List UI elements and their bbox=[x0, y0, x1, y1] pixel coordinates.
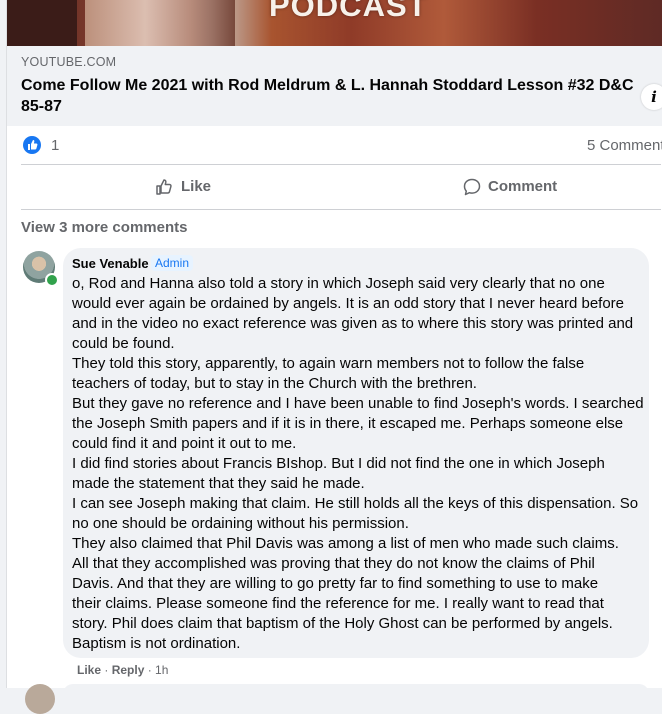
comment-button-label: Comment bbox=[488, 178, 558, 195]
reactions-bar: 1 5 Comment bbox=[7, 126, 662, 164]
online-status-icon bbox=[45, 273, 59, 287]
comment-bubble: Sue Venable Admin o, Rod and Hanna also … bbox=[63, 248, 649, 658]
comment-text-line: teachers of today, but to stay in the Ch… bbox=[72, 375, 477, 392]
comment-text-line: They also claimed that Phil Davis was am… bbox=[72, 535, 619, 552]
comment-text: o, Rod and Hanna also told a story in wh… bbox=[72, 274, 644, 654]
comment-text-line: Davis. And that they are willing to go p… bbox=[72, 575, 599, 592]
comments-count[interactable]: 5 Comment bbox=[587, 137, 662, 154]
comment-text-line: no one should be ordaining without his p… bbox=[72, 515, 409, 532]
avatar[interactable] bbox=[25, 684, 55, 714]
like-count[interactable]: 1 bbox=[51, 137, 59, 154]
comment-text-line: could find it and point it out to me. bbox=[72, 435, 297, 452]
comment-text-line: would ever again be ordained by angels. … bbox=[72, 295, 625, 312]
comment-author[interactable]: Sue Venable bbox=[72, 256, 149, 271]
admin-badge: Admin bbox=[151, 255, 194, 271]
divider bbox=[21, 209, 661, 210]
like-reaction-icon[interactable] bbox=[23, 136, 41, 154]
thumbs-up-icon bbox=[156, 179, 172, 195]
comment-text-line: made the statement that they said he mad… bbox=[72, 475, 365, 492]
like-button-label: Like bbox=[181, 178, 212, 195]
comment-text-line: and in the video no exact reference was … bbox=[72, 315, 634, 332]
comment-meta: Like · Reply · 1h bbox=[77, 663, 168, 677]
link-title[interactable]: Come Follow Me 2021 with Rod Meldrum & L… bbox=[21, 75, 651, 117]
comment-text-line: But they gave no reference and I have be… bbox=[72, 395, 644, 412]
thumbnail-person bbox=[85, 0, 235, 46]
comment-text-line: All that they accomplished was proving t… bbox=[72, 555, 595, 572]
comment-bubble bbox=[63, 684, 649, 704]
video-thumbnail[interactable]: PODCAST bbox=[7, 0, 662, 46]
info-icon[interactable]: i bbox=[641, 84, 662, 110]
post-actions: Like Comment bbox=[7, 166, 662, 210]
comment-text-line: the Joseph Smith papers and if it is in … bbox=[72, 415, 624, 432]
link-source: YOUTUBE.COM bbox=[21, 55, 117, 69]
comment-text-line: They told this story, apparently, to aga… bbox=[72, 355, 585, 372]
comment-text-line: their claims. Please someone find the re… bbox=[72, 595, 604, 612]
link-title-line-1: Come Follow Me 2021 with Rod Meldrum & L… bbox=[21, 77, 634, 94]
comment-text-line: I did find stories about Francis BIshop.… bbox=[72, 455, 605, 472]
comment-time[interactable]: 1h bbox=[155, 663, 168, 677]
thumbnail-podcast-text: PODCAST bbox=[269, 0, 428, 23]
separator: · bbox=[144, 663, 156, 677]
separator: · bbox=[101, 663, 112, 677]
view-more-comments-link[interactable]: View 3 more comments bbox=[21, 219, 187, 236]
comment-reply-link[interactable]: Reply bbox=[112, 663, 145, 677]
divider bbox=[21, 164, 661, 165]
comment-bubble-icon bbox=[463, 178, 481, 196]
comment-like-link[interactable]: Like bbox=[77, 663, 101, 677]
thumbnail-shadow bbox=[7, 0, 77, 46]
link-title-line-2: 85-87 bbox=[21, 98, 62, 115]
post-card: PODCAST YOUTUBE.COM Come Follow Me 2021 … bbox=[6, 0, 662, 714]
comment-text-line: story. Phil does claim that baptism of t… bbox=[72, 615, 613, 632]
comment-text-line: Baptism is not ordination. bbox=[72, 635, 241, 652]
comment-text-line: could be found. bbox=[72, 335, 175, 352]
link-preview[interactable]: YOUTUBE.COM Come Follow Me 2021 with Rod… bbox=[7, 46, 662, 126]
comment-text-line: I can see Joseph making that claim. He s… bbox=[72, 495, 639, 512]
comment-text-line: o, Rod and Hanna also told a story in wh… bbox=[72, 275, 605, 292]
